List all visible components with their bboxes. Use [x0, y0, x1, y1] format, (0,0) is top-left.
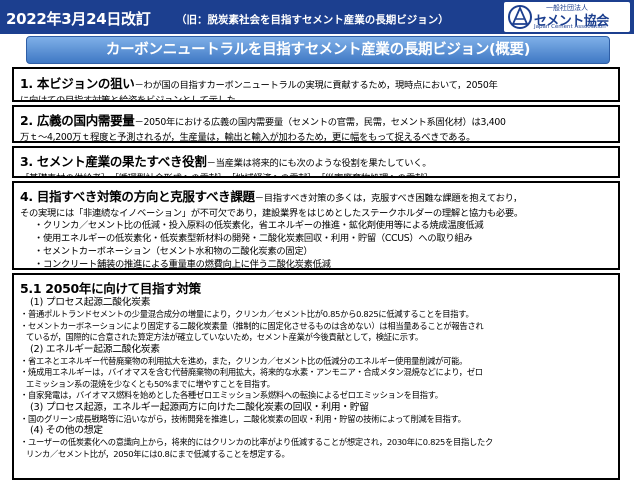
list-item: エミッション系の混焼を少なくとも50%までに増やすことを目指す。 — [26, 378, 275, 389]
section-5-p3-title: (3) プロセス起源，エネルギー起源両方に向けた二酸化炭素の回収・利用・貯留 — [30, 401, 369, 413]
list-item: ・焼成用エネルギーは，バイオマスを含む代替廃棄物の利用拡大，将来的な水素・アンモ… — [20, 367, 483, 377]
main-title: カーボンニュートラルを目指すセメント産業の長期ビジョン(概要) — [105, 42, 531, 58]
section-3-heading: 3. セメント産業の果たすべき役割 — [20, 154, 207, 169]
list-item: ・ユーザーの低炭素化への意識向上から，将来的にはクリンカの比率がより低減すること… — [20, 437, 494, 447]
list-item: ・普通ポルトランドセメントの少量混合成分の増量により，クリンカ／セメント比が0.… — [20, 309, 474, 319]
section-5-heading: 5.1 2050年に向けて目指す対策 — [20, 281, 201, 296]
list-item: ・使用エネルギーの低炭素化・低炭素型新材料の開発・二酸化炭素回収・利用・貯留（C… — [34, 233, 473, 244]
jca-logo-icon — [508, 5, 532, 29]
list-item: ているが，国際的に合意された算定方法が確立していないため，セメント産業が今後貢献… — [26, 332, 423, 342]
section-1-heading: 1. 本ビジョンの狙い — [20, 76, 135, 91]
section-2: 2. 広義の国内需要量－2050年における広義の国内需要量（セメントの官需，民需… — [12, 105, 620, 143]
section-1-line2: に向けての目指す対策と絵姿をビジョンとして示した。 — [20, 95, 245, 102]
list-item: ・クリンカ／セメント比の低減・投入原料の低炭素化，省エネルギーの推進・鉱化剤使用… — [34, 220, 484, 231]
list-item: ・自家発電は，バイオマス燃料を始めとした各種ゼロエミッション系燃料への転換による… — [20, 390, 443, 400]
section-1-line1: －わが国の目指すカーボンニュートラルの実現に貢献するため，現時点において，205… — [134, 80, 498, 91]
section-4: 4. 目指すべき対策の方向と克服すべき課題－目指すべき対策の多くは，克服すべき困… — [12, 181, 620, 270]
section-4-line2: その実現には「非連続なイノベーション」が不可欠であり，建設業界をはじめとしたステ… — [20, 208, 523, 219]
revision-date: 2022年3月24日改訂 — [6, 10, 151, 28]
list-item: ・セメントカーボネーションにより固定する二酸化炭素量（推制的に固定化させるものは… — [20, 320, 484, 331]
jca-logo: 一般社団法人 セメント協会 Japan Cement Association — [504, 2, 630, 32]
list-item: ・コンクリート舗装の推進による重量車の燃費向上に伴う二酸化炭素低減 — [34, 259, 331, 270]
section-5-p4-title: (4) その他の想定 — [30, 425, 103, 436]
section-1: 1. 本ビジョンの狙い－わが国の目指すカーボンニュートラルの実現に貢献するため，… — [12, 67, 620, 102]
section-2-line2: 万ｔ～4,200万ｔ程度と予測されるが，生産量は，輸出と輸入が加わるため，更に幅… — [20, 132, 476, 143]
logo-en: Japan Cement Association — [534, 24, 606, 30]
section-2-line1: －2050年における広義の国内需要量（セメントの官需，民需，セメント系固化材）は… — [134, 117, 506, 128]
section-5-p1-title: (1) プロセス起源二酸化炭素 — [30, 297, 151, 308]
section-3-line1: －当産業は将来的にも次のような役割を果たしていく。 — [206, 158, 432, 169]
list-item: ・国のグリーン成長戦略等に沿いながら，技術開発を推進し，二酸化炭素の回収・利用・… — [20, 413, 466, 424]
list-item: ・セメントカーボネーション（セメント水和物の二酸化炭素の固定） — [34, 246, 313, 257]
section-4-heading: 4. 目指すべき対策の方向と克服すべき課題 — [20, 189, 255, 204]
main-title-bar: カーボンニュートラルを目指すセメント産業の長期ビジョン(概要) — [26, 36, 610, 64]
list-item: ・省エネとエネルギー代替廃棄物の利用拡大を進め，また，クリンカ／セメント比の低減… — [20, 355, 468, 366]
section-5: 5.1 2050年に向けて目指す対策 (1) プロセス起源二酸化炭素 ・普通ポル… — [12, 273, 620, 480]
section-3: 3. セメント産業の果たすべき役割－当産業は将来的にも次のような役割を果たしてい… — [12, 146, 620, 178]
section-4-line1: －目指すべき対策の多くは，克服すべき困難な課題を抱えており， — [254, 193, 523, 204]
section-2-heading: 2. 広義の国内需要量 — [20, 113, 135, 128]
old-title: （旧：脱炭素社会を目指すセメント産業の長期ビジョン） — [176, 14, 449, 26]
list-item: リンカ／セメント比が，2050年には0.8にまで低減することを想定する。 — [26, 448, 290, 459]
header-bar: 2022年3月24日改訂 （旧：脱炭素社会を目指すセメント産業の長期ビジョン） … — [0, 0, 634, 34]
section-3-line2: ［基礎素材の供給者］，［循環型社会形成への貢献］，［地域経済への貢献］，［災害廃… — [20, 170, 618, 176]
section-4-bullets: ・クリンカ／セメント比の低減・投入原料の低炭素化，省エネルギーの推進・鉱化剤使用… — [34, 219, 618, 270]
section-5-p2-title: (2) エネルギー起源二酸化炭素 — [30, 343, 160, 355]
